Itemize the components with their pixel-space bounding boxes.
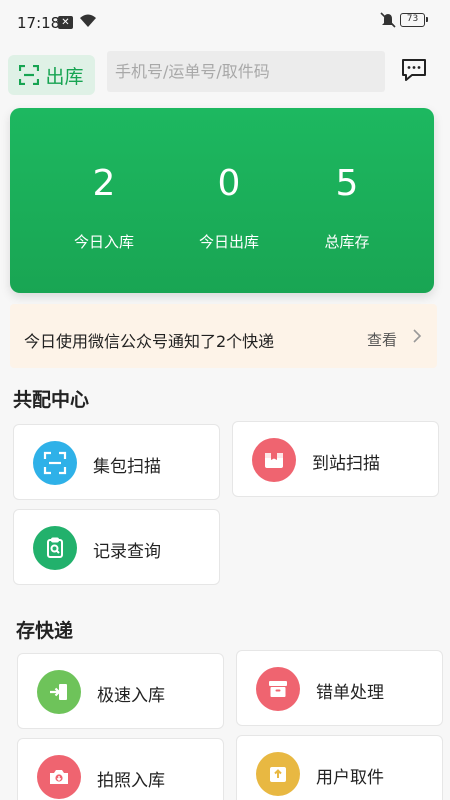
section-title-store: 存快递 [16, 620, 74, 642]
tile-error-order[interactable]: 错单处理 [236, 650, 443, 726]
archive-icon [256, 667, 300, 711]
wifi-icon [79, 13, 97, 32]
scan-frame-icon [19, 65, 40, 85]
tile-package-scan[interactable]: 集包扫描 [13, 424, 220, 500]
tile-label: 集包扫描 [93, 457, 161, 477]
enter-icon [37, 670, 81, 714]
outbound-label: 出库 [45, 65, 84, 88]
search-box[interactable] [107, 51, 385, 92]
section-title-shared: 共配中心 [13, 389, 90, 411]
tile-record-query[interactable]: 记录查询 [13, 509, 220, 585]
tile-label: 记录查询 [93, 542, 161, 562]
tile-label: 错单处理 [316, 683, 384, 703]
chevron-right-icon [412, 328, 422, 348]
search-input[interactable] [107, 51, 385, 92]
search-record-icon [33, 526, 77, 570]
tile-photo-inbound[interactable]: 拍照入库 [17, 738, 224, 800]
status-time: 17:18 [17, 14, 61, 32]
pickup-icon [256, 752, 300, 796]
stat-label: 总库存 [324, 233, 370, 251]
tile-label: 拍照入库 [97, 771, 165, 791]
tile-fast-inbound[interactable]: 极速入库 [17, 653, 224, 729]
notification-x-icon: ✕ [58, 16, 73, 29]
status-bar: 17:18 ✕ 73 [0, 0, 450, 44]
parcel-icon [252, 438, 296, 482]
stats-card: 2 今日入库 0 今日出库 5 总库存 [10, 108, 434, 293]
tile-label: 到站扫描 [312, 454, 380, 474]
tile-arrival-scan[interactable]: 到站扫描 [232, 421, 439, 497]
camera-icon [37, 755, 81, 799]
tile-label: 极速入库 [97, 686, 165, 706]
notice-bar[interactable]: 今日使用微信公众号通知了2个快递 查看 [10, 304, 437, 368]
message-icon[interactable] [400, 57, 428, 87]
scan-icon [33, 441, 77, 485]
stat-value: 2 [92, 163, 116, 204]
mute-icon [380, 12, 396, 32]
stat-value: 5 [335, 163, 359, 204]
battery-icon: 73 [400, 13, 428, 27]
tile-user-pickup[interactable]: 用户取件 [236, 735, 443, 800]
outbound-button[interactable]: 出库 [8, 55, 95, 95]
notice-text: 今日使用微信公众号通知了2个快递 [24, 332, 275, 351]
notice-view-link[interactable]: 查看 [367, 329, 397, 350]
tile-label: 用户取件 [316, 768, 384, 788]
stat-label: 今日入库 [73, 233, 134, 251]
